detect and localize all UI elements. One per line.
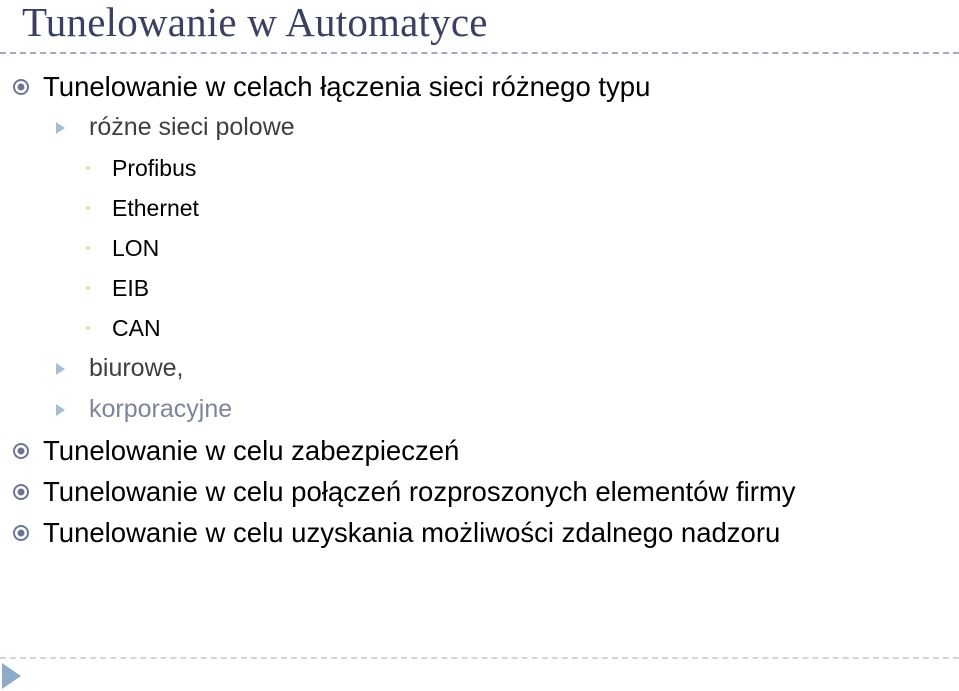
list-item-label: Ethernet	[112, 195, 199, 221]
list-item-label: Tunelowanie w celach łączenia sieci różn…	[43, 71, 651, 102]
triangle-icon	[56, 362, 65, 375]
list-item-label: korporacyjne	[89, 395, 233, 423]
title-divider-top	[0, 52, 959, 54]
target-dot-icon	[13, 78, 29, 95]
dot-icon	[86, 166, 90, 170]
list-item: Ethernet	[0, 188, 959, 228]
dot-icon	[86, 246, 90, 250]
list-item-label: biurowe,	[89, 354, 184, 382]
triangle-icon	[56, 403, 65, 416]
page-title: Tunelowanie w Automatyce	[22, 0, 488, 45]
slide-canvas: Tunelowanie w Automatyce Tunelowanie w c…	[0, 0, 959, 691]
target-dot-icon	[13, 524, 29, 541]
list-item: biurowe,	[0, 348, 959, 389]
dot-icon	[86, 286, 90, 290]
list-item: Tunelowanie w celu zabezpieczeń	[0, 430, 959, 471]
list-item: LON	[0, 228, 959, 268]
footer-divider-bottom	[0, 657, 959, 659]
next-slide-triangle-icon[interactable]	[2, 663, 21, 689]
list-item: Profibus	[0, 148, 959, 188]
triangle-icon	[56, 121, 65, 134]
list-item-label: różne sieci polowe	[89, 113, 295, 141]
dot-icon	[86, 206, 90, 210]
list-item-label: CAN	[112, 315, 161, 341]
list-item: Tunelowanie w celu uzyskania możliwości …	[0, 512, 959, 553]
list-item-label: LON	[112, 235, 160, 261]
list-item-label: Profibus	[112, 155, 197, 181]
list-item: EIB	[0, 268, 959, 308]
list-item-label: EIB	[112, 275, 150, 301]
list-item-label: Tunelowanie w celu uzyskania możliwości …	[43, 517, 781, 548]
target-dot-icon	[13, 442, 29, 459]
list-item: różne sieci polowe	[0, 107, 959, 148]
dot-icon	[86, 326, 90, 330]
target-dot-icon	[13, 483, 29, 500]
list-item: korporacyjne	[0, 389, 959, 430]
list-item-label: Tunelowanie w celu zabezpieczeń	[43, 435, 460, 466]
list-item: Tunelowanie w celu połączeń rozproszonyc…	[0, 471, 959, 512]
list-item: Tunelowanie w celach łączenia sieci różn…	[0, 66, 959, 107]
list-item-label: Tunelowanie w celu połączeń rozproszonyc…	[43, 476, 796, 507]
bullet-list: Tunelowanie w celach łączenia sieci różn…	[0, 66, 959, 553]
list-item: CAN	[0, 308, 959, 348]
